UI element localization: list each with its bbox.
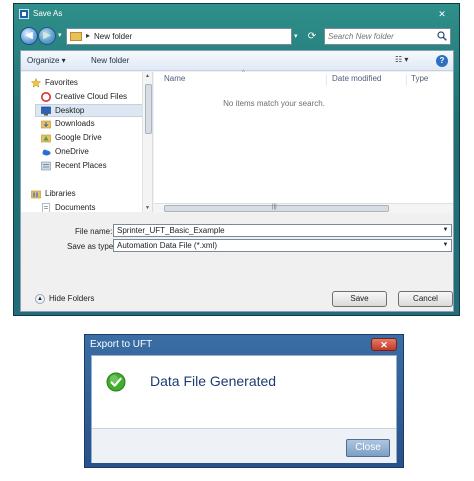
nav-label: OneDrive — [55, 147, 89, 156]
dialog-title: Export to UFT — [90, 339, 153, 350]
chevron-up-icon: ▲ — [35, 294, 45, 304]
dialog-body: Data File Generated Close — [91, 355, 397, 463]
column-divider[interactable] — [406, 74, 407, 86]
organize-button[interactable]: Organize ▾ — [27, 56, 66, 65]
file-name-label: File name: — [75, 227, 113, 236]
save-as-type-select[interactable]: Automation Data File (*.xml) ▼ — [113, 239, 452, 252]
success-check-icon — [106, 372, 126, 392]
address-dropdown-icon[interactable]: ▾ — [294, 32, 298, 40]
dialog-footer: Close — [92, 428, 396, 463]
column-header-name[interactable]: Name — [164, 74, 185, 86]
empty-list-message: No items match your search. — [223, 99, 325, 108]
nav-label: Libraries — [45, 189, 76, 198]
desktop-icon — [41, 106, 51, 116]
sort-indicator-icon: ^ — [242, 70, 245, 76]
hide-folders-toggle[interactable]: ▲ Hide Folders — [35, 294, 94, 304]
save-as-type-label: Save as type: — [67, 242, 116, 251]
nav-label: Recent Places — [55, 161, 107, 170]
address-row: ◀ ▶ ▾ ▸ New folder ▾ ⟳ — [14, 26, 459, 48]
hide-folders-label: Hide Folders — [49, 294, 95, 304]
chevron-down-icon[interactable]: ▼ — [441, 226, 450, 235]
nav-label: Downloads — [55, 119, 95, 128]
documents-icon — [42, 203, 50, 212]
forward-button[interactable]: ▶ — [38, 27, 56, 45]
nav-scrollbar[interactable]: ▲ ▼ — [142, 72, 152, 212]
address-path[interactable]: New folder — [94, 32, 132, 41]
column-header-type[interactable]: Type — [411, 74, 428, 86]
nav-label: Favorites — [45, 78, 78, 87]
address-bar[interactable]: ▸ New folder — [66, 28, 292, 45]
google-drive-icon — [41, 134, 51, 143]
window-icon — [19, 9, 29, 19]
search-icon[interactable] — [437, 31, 447, 41]
nav-label: Documents — [55, 203, 96, 212]
folder-icon — [70, 32, 82, 41]
save-button[interactable]: Save — [332, 291, 387, 307]
toolbar: Organize ▾ New folder ☷ ▾ ? — [21, 51, 453, 71]
recent-pages-chevron-icon[interactable]: ▾ — [58, 31, 62, 39]
search-input[interactable] — [325, 29, 430, 44]
close-icon[interactable]: ✕ — [371, 338, 397, 351]
scroll-down-icon[interactable]: ▼ — [145, 205, 150, 211]
chevron-right-icon[interactable]: ▸ — [86, 31, 90, 40]
file-name-field[interactable]: ▼ — [113, 224, 452, 237]
close-icon[interactable]: ✕ — [431, 8, 453, 20]
scroll-grip-icon: ||| — [272, 204, 277, 210]
new-folder-button[interactable]: New folder — [91, 56, 129, 65]
chevron-down-icon[interactable]: ▼ — [441, 241, 450, 250]
creative-cloud-icon — [41, 92, 51, 102]
export-to-uft-dialog: Export to UFT ✕ Data File Generated Clos… — [84, 334, 404, 468]
cancel-button[interactable]: Cancel — [398, 291, 453, 307]
file-name-input[interactable] — [114, 225, 451, 236]
nav-label: Desktop — [55, 106, 85, 115]
save-as-dialog: Save As ✕ ◀ ▶ ▾ ▸ New folder ▾ ⟳ Organiz… — [13, 3, 460, 316]
dialog-title: Save As — [33, 9, 63, 18]
nav-label: Creative Cloud Files — [55, 92, 128, 101]
dialog-client-area: Organize ▾ New folder ☷ ▾ ? Favorites Cr… — [20, 50, 454, 312]
scroll-up-icon[interactable]: ▲ — [145, 73, 150, 79]
column-divider[interactable] — [326, 74, 327, 86]
nav-item-desktop[interactable]: Desktop — [35, 104, 151, 117]
back-button[interactable]: ◀ — [20, 27, 38, 45]
onedrive-icon — [42, 149, 51, 156]
scroll-thumb[interactable] — [145, 84, 152, 134]
status-message: Data File Generated — [150, 373, 277, 389]
save-as-type-value[interactable]: Automation Data File (*.xml) — [117, 241, 217, 250]
search-field[interactable] — [324, 28, 451, 45]
libraries-icon — [31, 190, 41, 199]
downloads-icon — [41, 120, 51, 129]
refresh-button[interactable]: ⟳ — [302, 28, 322, 45]
close-button[interactable]: Close — [346, 439, 390, 457]
star-icon — [31, 78, 41, 88]
horizontal-scrollbar[interactable]: ||| — [154, 203, 453, 213]
column-header-date-modified[interactable]: Date modified — [332, 74, 381, 86]
help-icon[interactable]: ? — [436, 55, 448, 67]
title-bar[interactable]: Save As ✕ — [14, 4, 459, 24]
view-options-icon[interactable]: ☷ ▾ — [395, 55, 417, 67]
recent-places-icon — [41, 161, 51, 171]
file-list[interactable]: ^ Name Date modified Type No items match… — [154, 70, 453, 203]
nav-label: Google Drive — [55, 133, 102, 142]
navigation-pane: Favorites Creative Cloud Files Desktop D… — [21, 72, 153, 212]
